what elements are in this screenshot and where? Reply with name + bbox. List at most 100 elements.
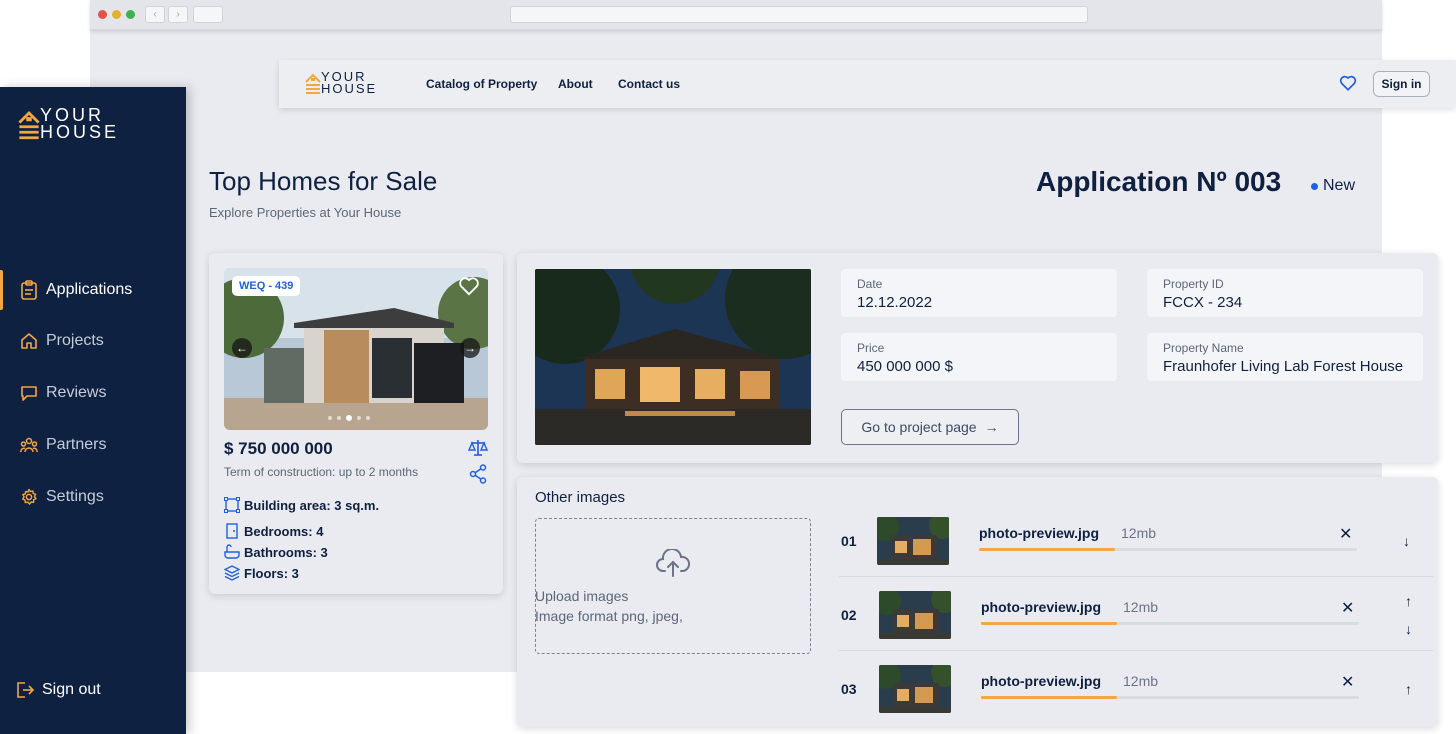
move-up-button[interactable]: ↑: [1405, 681, 1412, 697]
sidebar-item-projects[interactable]: Projects: [20, 332, 104, 350]
other-images-title: Other images: [535, 489, 626, 506]
file-size: 12mb: [1121, 525, 1157, 541]
carousel-dot[interactable]: [346, 415, 352, 421]
file-index: 01: [841, 533, 857, 549]
compare-button[interactable]: [467, 439, 489, 462]
file-name: photo-preview.jpg: [981, 673, 1102, 689]
close-window-dot[interactable]: [98, 10, 107, 19]
carousel-dot[interactable]: [328, 416, 332, 420]
application-main-photo[interactable]: [535, 269, 811, 445]
page-subtitle: Explore Properties at Your House: [209, 205, 402, 220]
file-index: 02: [841, 607, 857, 623]
date-value: 12.12.2022: [857, 294, 933, 311]
active-item-indicator: [0, 270, 3, 310]
file-thumbnail[interactable]: [879, 665, 951, 713]
image-upload-dropzone[interactable]: [535, 518, 811, 654]
price-field: Price 450 000 000 $: [841, 333, 1117, 381]
scales-icon: [467, 440, 489, 456]
cloud-upload-icon: [656, 549, 690, 577]
file-row: 02 photo-preview.jpg 12mb ✕ ↑ ↓: [839, 577, 1433, 651]
carousel-dot[interactable]: [366, 416, 370, 420]
carousel-next-button[interactable]: →: [460, 338, 480, 358]
sign-out-button[interactable]: Sign out: [16, 681, 101, 699]
sidebar-item-reviews[interactable]: Reviews: [20, 384, 106, 402]
browser-back-button[interactable]: ‹: [145, 6, 165, 23]
address-bar[interactable]: [510, 6, 1088, 23]
carousel-dot[interactable]: [357, 416, 361, 420]
users-icon: [20, 437, 38, 453]
feature-bathrooms: Bathrooms: 3: [224, 544, 328, 560]
property-card[interactable]: WEQ - 439 ← → $ 750 000 000 Term of cons…: [209, 253, 503, 594]
page-title: Top Homes for Sale: [209, 166, 438, 196]
sidebar-item-label: Partners: [46, 436, 107, 453]
feature-label: Bathrooms: 3: [244, 544, 328, 560]
upload-format-hint: Image format png, jpeg,: [535, 608, 683, 624]
feature-label: Building area: 3 sq.m.: [244, 497, 380, 513]
feature-bedrooms: Bedrooms: 4: [224, 523, 323, 539]
sign-in-button[interactable]: Sign in: [1373, 71, 1430, 97]
header-logo[interactable]: YOUR HOUSE: [305, 70, 378, 97]
browser-sidebar-button[interactable]: [193, 6, 223, 23]
logo-line-2: HOUSE: [321, 81, 378, 97]
go-to-project-label: Go to project page: [861, 419, 977, 435]
feature-label: Floors: 3: [244, 565, 299, 581]
status-label: New: [1323, 177, 1356, 194]
property-name-label: Property Name: [1163, 341, 1244, 355]
remove-file-button[interactable]: ✕: [1339, 524, 1352, 544]
sidebar: YOUR HOUSE Applications Projects Reviews: [0, 87, 186, 734]
site-header: YOUR HOUSE Catalog of Property About Con…: [279, 60, 1456, 108]
area-icon: [224, 497, 240, 513]
nav-link-catalog[interactable]: Catalog of Property: [426, 77, 537, 91]
file-index: 03: [841, 681, 857, 697]
share-button[interactable]: [469, 464, 487, 489]
nav-link-about[interactable]: About: [558, 77, 593, 91]
heart-icon: [459, 277, 479, 296]
upload-progress-fill: [979, 548, 1116, 551]
file-thumbnail[interactable]: [879, 591, 951, 639]
property-night-photo: [535, 269, 811, 445]
feature-floors: Floors: 3: [224, 565, 299, 581]
browser-forward-button[interactable]: ›: [168, 6, 188, 23]
maximize-window-dot[interactable]: [126, 10, 135, 19]
remove-file-button[interactable]: ✕: [1341, 672, 1354, 692]
sidebar-item-applications[interactable]: Applications: [20, 280, 132, 300]
arrow-right-icon: →: [984, 419, 999, 435]
feature-label: Bedrooms: 4: [244, 523, 324, 539]
house-logo-icon: [18, 111, 40, 140]
share-icon: [469, 464, 487, 484]
remove-file-button[interactable]: ✕: [1341, 598, 1354, 618]
upload-progress-fill: [981, 622, 1118, 625]
date-label: Date: [857, 277, 883, 291]
carousel-dot[interactable]: [337, 416, 341, 420]
sidebar-item-settings[interactable]: Settings: [20, 488, 104, 506]
file-size: 12mb: [1123, 673, 1159, 689]
carousel-prev-button[interactable]: ←: [232, 338, 252, 358]
upload-progress-bar: [981, 696, 1359, 699]
file-row: 01 photo-preview.jpg 12mb ✕ ↓: [839, 503, 1433, 577]
nav-link-contact[interactable]: Contact us: [618, 77, 680, 91]
file-thumbnail[interactable]: [877, 517, 949, 565]
move-down-button[interactable]: ↓: [1405, 621, 1412, 637]
layers-icon: [224, 565, 240, 581]
sidebar-item-label: Settings: [46, 488, 104, 505]
door-icon: [226, 523, 238, 539]
minimize-window-dot[interactable]: [112, 10, 121, 19]
go-to-project-button[interactable]: Go to project page →: [841, 409, 1019, 445]
property-id-field: Property ID FCCX - 234: [1147, 269, 1423, 317]
sidebar-item-partners[interactable]: Partners: [20, 436, 106, 454]
home-icon: [21, 333, 37, 349]
favorites-button[interactable]: [1339, 74, 1357, 97]
logo-line-2: HOUSE: [40, 122, 120, 143]
upload-title: Upload images: [535, 588, 629, 604]
save-favorite-button[interactable]: [458, 276, 480, 301]
file-name: photo-preview.jpg: [979, 525, 1100, 541]
move-up-button[interactable]: ↑: [1405, 593, 1412, 609]
sidebar-logo[interactable]: YOUR HOUSE: [18, 106, 120, 143]
property-photo-carousel[interactable]: WEQ - 439 ← →: [224, 268, 488, 430]
application-details-panel: Date 12.12.2022 Property ID FCCX - 234 P…: [517, 253, 1438, 463]
move-down-button[interactable]: ↓: [1403, 533, 1410, 549]
file-name: photo-preview.jpg: [981, 599, 1102, 615]
property-id-value: FCCX - 234: [1163, 294, 1243, 311]
upload-progress-bar: [981, 622, 1359, 625]
status-dot: [1311, 182, 1318, 190]
